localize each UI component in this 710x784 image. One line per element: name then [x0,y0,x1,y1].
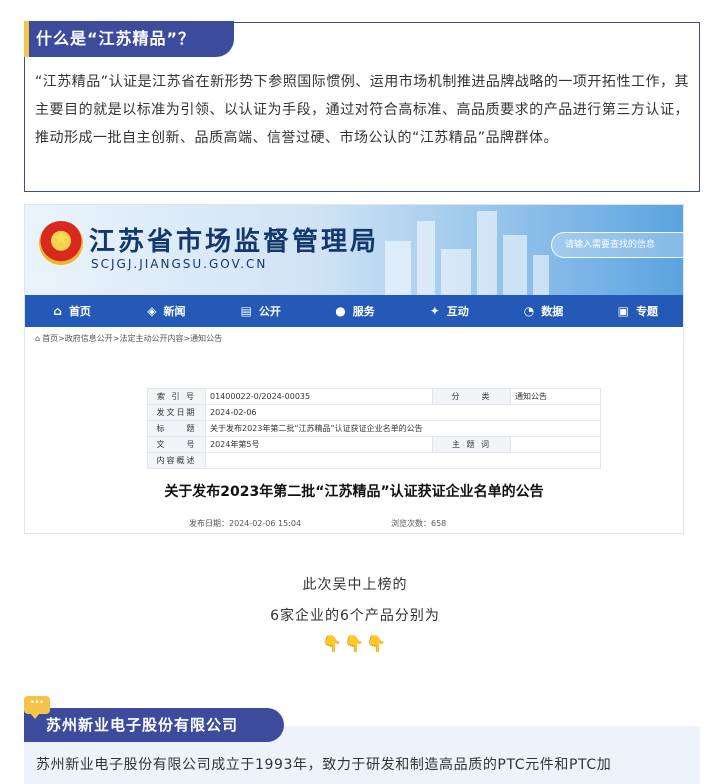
document-icon: ▤ [240,304,252,318]
building-graphic [503,235,527,295]
meta-value: 2024-02-06 [205,404,601,421]
site-url: SCJGJ.JIANGSU.GOV.CN [91,257,268,271]
nav-item-label: 数据 [541,305,564,318]
company-name-tag: 苏州新业电子股份有限公司 [24,708,284,742]
view-count: 浏览次数：658 [391,519,447,528]
meta-value: 通知公告 [510,388,601,405]
nav-item-label: 专题 [636,305,658,318]
center-text-line: 6家企业的6个产品分别为 [270,608,440,624]
nav-item-home[interactable]: ⌂ 首页 [25,295,119,327]
handshake-icon: ✦ [429,304,440,318]
meta-key: 内容概述 [147,452,206,469]
chat-bubble-icon: ··· [24,696,50,719]
intro-section: 什么是“江苏精品”？ “江苏精品”认证是江苏省在新形势下参照国际惯例、运用市场机… [24,21,700,192]
intro-paragraph: “江苏精品”认证是江苏省在新形势下参照国际惯例、运用市场机制推进品牌战略的一项开… [35,74,689,146]
meta-value: 01400022-0/2024-00035 [205,388,433,405]
meta-value: 2024年第5号 [205,436,433,453]
window-icon: ▣ [617,304,629,318]
nav-item-interaction[interactable]: ✦ 互动 [402,295,496,327]
building-graphic [477,211,497,295]
pie-chart-icon: ◔ [523,304,535,318]
meta-key: 分 类 [432,388,511,405]
section-title-tag: 什么是“江苏精品”？ [24,21,234,57]
national-emblem-icon [39,221,83,265]
meta-value [510,436,601,453]
website-screenshot: 江苏省市场监督管理局 SCJGJ.JIANGSU.GOV.CN 请输入需要查找的… [24,204,684,534]
meta-value [205,452,601,469]
nav-item-news[interactable]: ◈ 新闻 [119,295,213,327]
nav-item-public[interactable]: ▤ 公开 [214,295,308,327]
building-graphic [385,241,411,295]
home-icon: ⌂ [53,304,62,318]
breadcrumb: ⌂ 首页>政府信息公开>法定主动公开内容>通知公告 [35,333,222,344]
pointing-down-icon: 👇👇👇 [322,634,388,653]
layers-icon: ◈ [147,304,157,318]
search-input[interactable]: 请输入需要查找的信息 [551,232,683,258]
notice-metadata-table: 索 引 号 01400022-0/2024-00035 分 类 通知公告 发文日… [147,388,601,469]
notice-title: 关于发布2023年第二批“江苏精品”认证获证企业名单的公告 [164,484,544,500]
meta-value: 关于发布2023年第二批“江苏精品”认证获证企业名单的公告 [205,420,601,437]
nav-item-label: 互动 [446,305,469,318]
building-graphic [417,221,435,295]
table-row: 发文日期 2024-02-06 [147,404,601,421]
main-nav: ⌂ 首页 ◈ 新闻 ▤ 公开 ● 服务 ✦ 互动 ◔ 数据 ▣ 专题 [25,295,683,327]
meta-key: 索 引 号 [147,388,206,405]
building-graphic [533,255,549,295]
meta-key: 标 题 [147,420,206,437]
site-banner: 江苏省市场监督管理局 SCJGJ.JIANGSU.GOV.CN 请输入需要查找的… [25,205,683,295]
nav-item-label: 首页 [68,305,91,318]
table-row: 内容概述 [147,452,601,469]
building-graphic [441,249,471,295]
center-text-line: 此次吴中上榜的 [302,577,408,593]
nav-item-data[interactable]: ◔ 数据 [496,295,590,327]
site-title: 江苏省市场监督管理局 [89,227,380,257]
table-row: 文 号 2024年第5号 主 题 词 [147,436,601,453]
table-row: 索 引 号 01400022-0/2024-00035 分 类 通知公告 [147,388,601,405]
meta-key: 主 题 词 [432,436,511,453]
meta-key: 发文日期 [147,404,206,421]
publish-date: 发布日期：2024-02-06 15:04 [189,519,302,528]
meta-key: 文 号 [147,436,206,453]
nav-item-label: 公开 [258,305,281,318]
breadcrumb-text[interactable]: 首页>政府信息公开>法定主动公开内容>通知公告 [42,334,222,343]
home-icon: ⌂ [35,334,41,343]
nav-item-topics[interactable]: ▣ 专题 [591,295,683,327]
company-description: 苏州新业电子股份有限公司成立于1993年，致力于研发和制造高品质的PTC元件和P… [36,757,612,773]
user-icon: ● [335,304,346,318]
table-row: 标 题 关于发布2023年第二批“江苏精品”认证获证企业名单的公告 [147,420,601,437]
nav-item-service[interactable]: ● 服务 [308,295,402,327]
nav-item-label: 服务 [352,305,375,318]
nav-item-label: 新闻 [163,305,186,318]
